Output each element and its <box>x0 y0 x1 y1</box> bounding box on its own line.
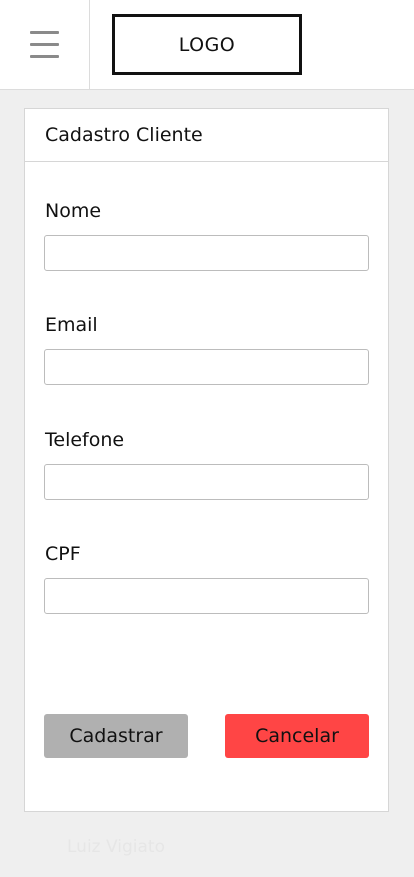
name-label: Nome <box>45 200 102 222</box>
email-label: Email <box>45 314 98 336</box>
email-input[interactable] <box>44 349 369 385</box>
form-title: Cadastro Cliente <box>25 109 388 162</box>
cancel-button[interactable]: Cancelar <box>225 714 369 758</box>
footer-credit: Luiz Vigiato <box>67 837 165 857</box>
hamburger-menu-icon[interactable] <box>0 0 90 90</box>
menu-bar <box>30 43 59 46</box>
phone-label: Telefone <box>45 429 125 451</box>
menu-bar <box>30 55 59 58</box>
menu-bar <box>30 31 59 34</box>
cpf-label: CPF <box>45 543 81 565</box>
logo[interactable]: LOGO <box>112 14 302 75</box>
name-input[interactable] <box>44 235 369 271</box>
phone-input[interactable] <box>44 464 369 500</box>
customer-form-card: Cadastro Cliente Nome Email Telefone CPF… <box>24 108 389 812</box>
cpf-input[interactable] <box>44 578 369 614</box>
app-header: LOGO <box>0 0 414 90</box>
submit-button[interactable]: Cadastrar <box>44 714 188 758</box>
